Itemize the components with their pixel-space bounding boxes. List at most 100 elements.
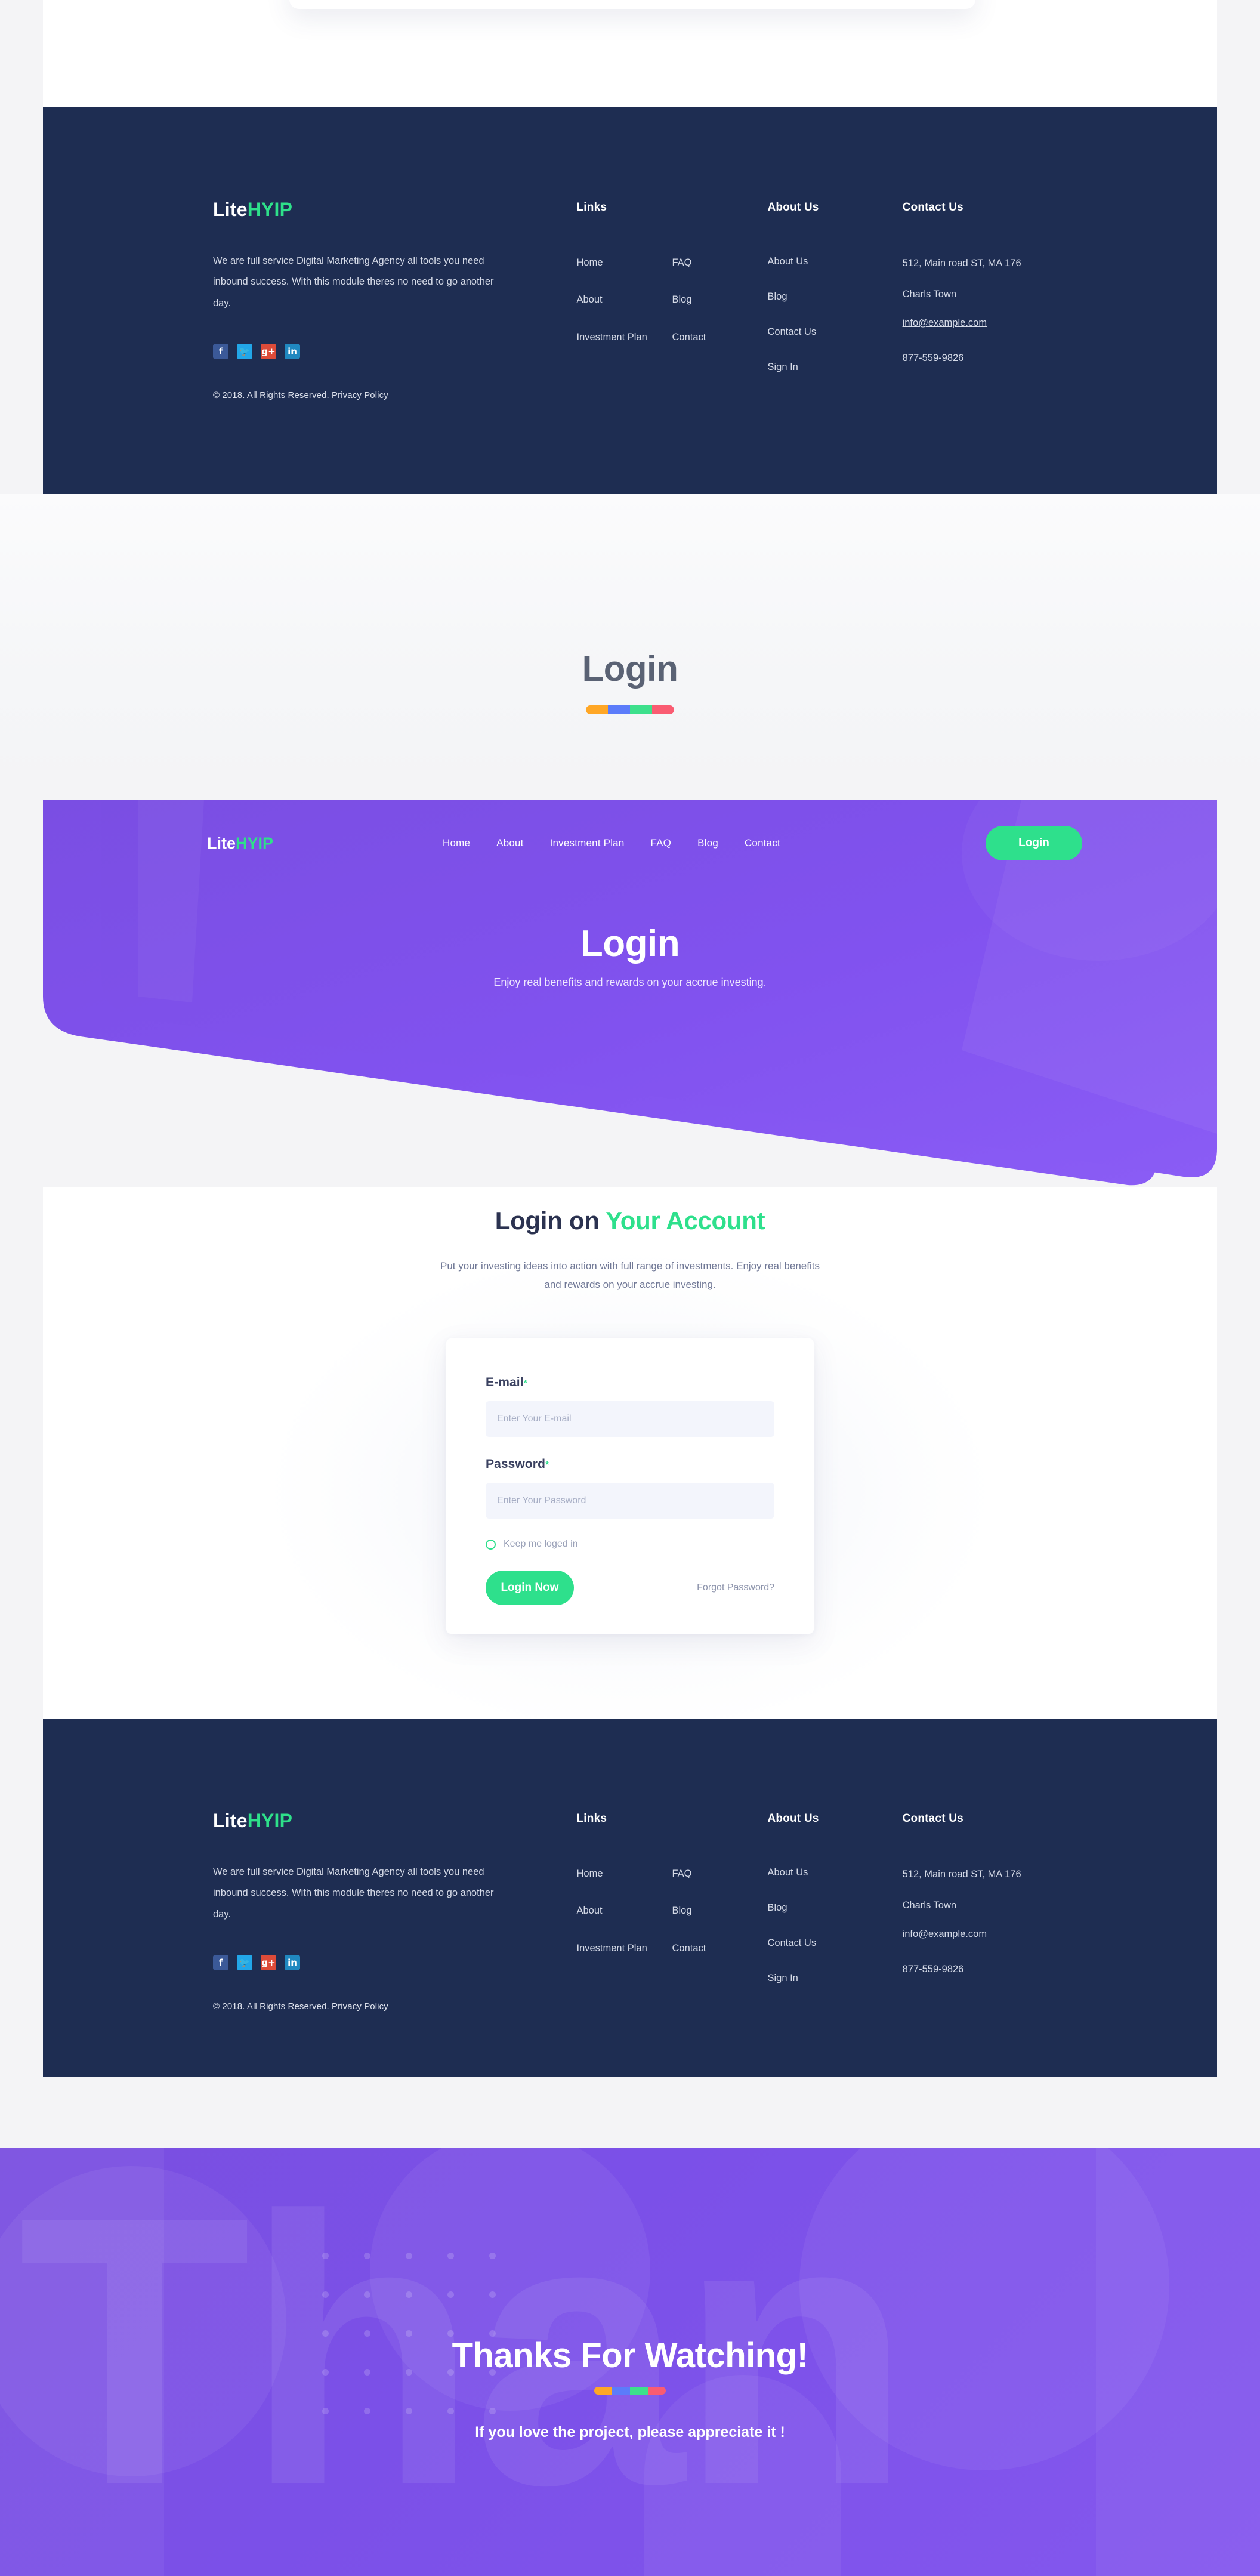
footer-about-link-blog-2[interactable]: Blog: [767, 1902, 902, 1914]
footer-link-investment-plan-2[interactable]: Investment Plan: [576, 1942, 672, 1955]
footer-columns: LiteHYIP We are full service Digital Mar…: [213, 200, 1096, 400]
navigation-bar: LiteHYIP Home About Investment Plan FAQ …: [43, 822, 1217, 864]
section-heading-band: [0, 494, 1260, 797]
password-field-block: Password*: [486, 1457, 774, 1519]
nav-link-blog[interactable]: Blog: [697, 837, 718, 849]
dot: [447, 2408, 454, 2414]
footer-address-line-1-2: 512, Main road ST, MA 176: [902, 1869, 1021, 1880]
linkedin-icon-2[interactable]: in: [285, 1955, 300, 1971]
twitter-icon-2[interactable]: 🐦: [237, 1955, 252, 1971]
thanks-divider-rainbow: [594, 2387, 666, 2395]
twitter-icon[interactable]: 🐦: [237, 344, 252, 360]
facebook-icon-2[interactable]: f: [213, 1955, 228, 1971]
email-label-text: E-mail: [486, 1375, 524, 1389]
footer-link-blog[interactable]: Blog: [672, 293, 767, 306]
nav-login-button[interactable]: Login: [986, 826, 1082, 860]
footer-about-title-2: About Us: [767, 1812, 819, 1825]
footer-contact-column: Contact Us 512, Main road ST, MA 176 Cha…: [903, 200, 1096, 364]
footer-about-link-contact-us-2[interactable]: Contact Us: [767, 1938, 902, 1949]
forgot-password-link[interactable]: Forgot Password?: [697, 1582, 774, 1593]
footer-link-blog-2[interactable]: Blog: [672, 1904, 767, 1917]
login-now-button[interactable]: Login Now: [486, 1571, 574, 1605]
email-input[interactable]: [486, 1401, 774, 1437]
footer-link-about[interactable]: About: [576, 293, 672, 306]
footer-logo-2[interactable]: LiteHYIP: [213, 1811, 576, 1830]
divider-segment-pink: [652, 705, 674, 714]
nav-link-about[interactable]: About: [496, 837, 523, 849]
footer-contact-title: Contact Us: [902, 201, 963, 214]
divider-segment-blue: [608, 705, 630, 714]
password-input[interactable]: [486, 1483, 774, 1519]
dot: [364, 2408, 370, 2414]
footer-brand-column-2: LiteHYIP We are full service Digital Mar…: [213, 1811, 576, 2012]
keep-logged-in-row[interactable]: Keep me loged in: [486, 1539, 774, 1550]
footer-about-column-2: About Us About Us Blog Contact Us Sign I…: [767, 1811, 902, 2008]
footer-link-about-2[interactable]: About: [576, 1904, 672, 1917]
section-title: Login: [582, 649, 678, 689]
hero-subtitle: Enjoy real benefits and rewards on your …: [493, 976, 767, 988]
footer-about-link-about-us[interactable]: About Us: [767, 256, 902, 267]
footer-link-home-2[interactable]: Home: [576, 1867, 672, 1880]
footer-description-2: We are full service Digital Marketing Ag…: [213, 1867, 494, 1920]
dot: [322, 2408, 329, 2414]
nav-link-investment-plan[interactable]: Investment Plan: [550, 837, 625, 849]
top-cropped-card-area: [0, 0, 1260, 107]
footer-about-link-about-us-2[interactable]: About Us: [767, 1867, 902, 1878]
dot: [322, 2291, 329, 2298]
footer-links-list-2-b: FAQ Blog Contact: [672, 1867, 767, 1979]
nav-link-home[interactable]: Home: [443, 837, 470, 849]
footer-address-line-2-2: Charls Town: [902, 1899, 957, 1911]
footer-logo[interactable]: LiteHYIP: [213, 200, 576, 219]
footer-about-link-blog[interactable]: Blog: [767, 291, 902, 303]
google-plus-icon[interactable]: g+: [261, 344, 276, 360]
nav-logo-hyip-text: HYIP: [236, 834, 274, 852]
footer-about-link-sign-in[interactable]: Sign In: [767, 362, 902, 373]
account-section-subtitle: Put your investing ideas into action wit…: [0, 1257, 1260, 1294]
keep-logged-in-radio-icon[interactable]: [486, 1539, 496, 1550]
divider-segment-green: [630, 705, 652, 714]
dot: [489, 2253, 496, 2259]
footer-email-link[interactable]: info@example.com: [903, 317, 1096, 329]
dot: [364, 2291, 370, 2298]
facebook-icon[interactable]: f: [213, 344, 228, 360]
dot: [447, 2291, 454, 2298]
password-label: Password*: [486, 1457, 774, 1471]
nav-link-faq[interactable]: FAQ: [651, 837, 672, 849]
footer-link-faq[interactable]: FAQ: [672, 256, 767, 269]
footer-about-list: About Us Blog Contact Us Sign In: [767, 256, 902, 373]
footer-links-column: Links Home About Investment Plan FAQ Blo…: [576, 200, 767, 368]
footer-about-list-2: About Us Blog Contact Us Sign In: [767, 1867, 902, 1984]
footer-links-list-1: Home About Investment Plan: [576, 256, 672, 368]
account-subtitle-line-2: and rewards on your accrue investing.: [544, 1279, 716, 1291]
footer-email-link-2[interactable]: info@example.com: [903, 1929, 1096, 1940]
hero-title: Login: [580, 923, 680, 964]
footer-link-home[interactable]: Home: [576, 256, 672, 269]
logo-lite-text: Lite: [213, 199, 248, 220]
footer-about-link-sign-in-2[interactable]: Sign In: [767, 1973, 902, 1984]
footer-contact-title-2: Contact Us: [902, 1812, 963, 1825]
logo-hyip-text-2: HYIP: [247, 1810, 293, 1831]
footer-link-investment-plan[interactable]: Investment Plan: [576, 331, 672, 344]
linkedin-icon[interactable]: in: [285, 344, 300, 360]
divider-segment-orange: [586, 705, 608, 714]
footer-link-contact[interactable]: Contact: [672, 331, 767, 344]
footer-brand-column: LiteHYIP We are full service Digital Mar…: [213, 200, 576, 400]
nav-logo[interactable]: LiteHYIP: [207, 835, 273, 852]
decorative-arch-1: [644, 2375, 841, 2576]
dot: [406, 2291, 412, 2298]
thanks-divider-segment-blue: [612, 2387, 630, 2395]
footer-about-link-contact-us[interactable]: Contact Us: [767, 326, 902, 338]
footer-social-links: f 🐦 g+ in: [213, 344, 576, 360]
footer-link-contact-2[interactable]: Contact: [672, 1942, 767, 1955]
footer-link-faq-2[interactable]: FAQ: [672, 1867, 767, 1880]
password-label-text: Password: [486, 1457, 546, 1471]
nav-link-contact[interactable]: Contact: [745, 837, 780, 849]
thanks-subtitle: If you love the project, please apprecia…: [475, 2424, 785, 2441]
email-field-block: E-mail*: [486, 1375, 774, 1437]
footer-address-line-1: 512, Main road ST, MA 176: [902, 258, 1021, 269]
footer-columns-2: LiteHYIP We are full service Digital Mar…: [213, 1811, 1096, 2012]
dot: [322, 2253, 329, 2259]
email-required-asterisk: *: [523, 1378, 527, 1389]
google-plus-icon-2[interactable]: g+: [261, 1955, 276, 1971]
password-required-asterisk: *: [545, 1460, 549, 1470]
